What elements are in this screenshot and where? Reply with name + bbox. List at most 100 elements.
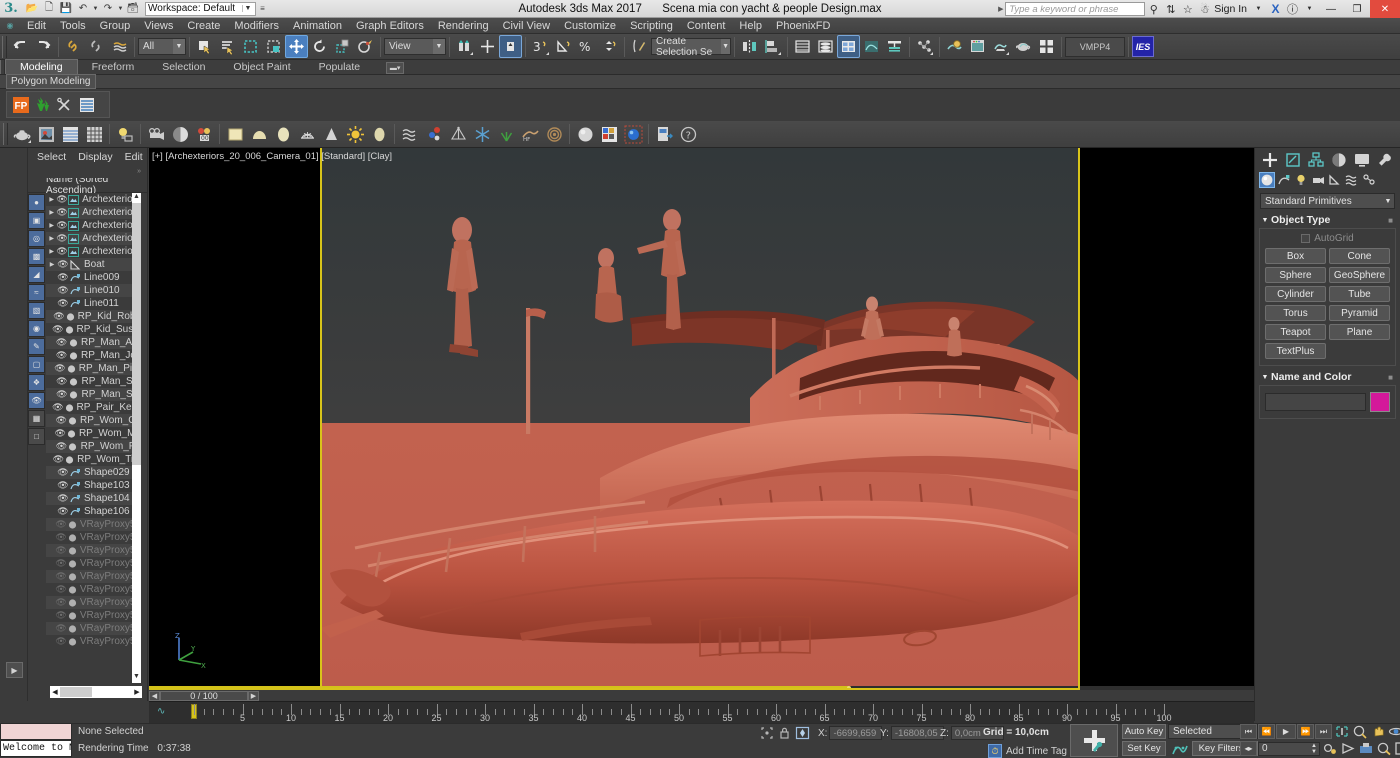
angle-snap-toggle-icon[interactable] xyxy=(552,35,575,58)
scene-object-row[interactable]: 👁RP_Man_Aar xyxy=(46,336,141,349)
viewport-label[interactable]: [+] [Archexteriors_20_006_Camera_01] [St… xyxy=(152,151,392,162)
time-configuration-icon[interactable] xyxy=(1321,741,1338,756)
scene-object-row[interactable]: ▶👁Archexteriors xyxy=(46,232,141,245)
chevron-down-icon[interactable]: ▼ xyxy=(173,39,185,54)
geometry-icon[interactable] xyxy=(1259,172,1275,188)
select-frozen-icon[interactable]: ▢ xyxy=(28,356,45,373)
visibility-eye-icon[interactable]: 👁 xyxy=(55,519,66,530)
visibility-eye-icon[interactable]: 👁 xyxy=(54,363,65,374)
select-particle-icon[interactable]: ◉ xyxy=(28,320,45,337)
set-key-button[interactable]: Set Key xyxy=(1122,741,1166,756)
maximize-viewport-icon[interactable] xyxy=(1375,741,1392,756)
chevron-down-icon[interactable]: ▼ xyxy=(1382,198,1394,205)
maxscript-mini-listener[interactable]: Welcome to M xyxy=(0,740,72,757)
track-bar-curve-icon[interactable]: ∿ xyxy=(157,706,165,717)
scene-object-row[interactable]: 👁Line011 xyxy=(46,297,141,310)
create-tab-icon[interactable] xyxy=(1260,151,1280,170)
expand-triangle-icon[interactable]: ▶ xyxy=(47,235,56,242)
scene-object-row[interactable]: 👁VRayProxy52 xyxy=(46,531,141,544)
minimize-button[interactable]: — xyxy=(1318,0,1344,18)
named-selection-sets-combo[interactable]: Create Selection Se ▼ xyxy=(651,38,731,55)
visibility-eye-icon[interactable]: 👁 xyxy=(57,298,69,309)
use-pivot-point-center-icon[interactable] xyxy=(453,35,476,58)
textplus-button[interactable]: TextPlus xyxy=(1265,343,1326,359)
tab-freeform[interactable]: Freeform xyxy=(78,60,149,74)
key-step-toggle-icon[interactable]: ◂▸ xyxy=(1240,741,1257,756)
scene-object-row[interactable]: ▶👁Archexteriors xyxy=(46,219,141,232)
visibility-eye-icon[interactable]: 👁 xyxy=(57,272,69,283)
list-icon[interactable] xyxy=(77,95,96,114)
visibility-eye-icon[interactable]: 👁 xyxy=(57,467,69,478)
close-button[interactable]: ✕ xyxy=(1370,0,1400,18)
expand-triangle-icon[interactable]: ▶ xyxy=(47,209,56,216)
chevron-down-icon[interactable]: ▼ xyxy=(721,39,730,54)
explorer-vertical-scrollbar[interactable]: ▲ ▼ xyxy=(132,193,141,683)
pin-icon[interactable]: ■ xyxy=(1388,373,1396,382)
select-and-scale-icon[interactable] xyxy=(331,35,354,58)
render-in-cloud-icon[interactable] xyxy=(1035,35,1058,58)
visibility-eye-icon[interactable]: 👁 xyxy=(56,207,67,218)
blue-ball-icon[interactable] xyxy=(621,122,645,146)
helpers-icon[interactable] xyxy=(1327,172,1343,188)
ribbon-options-icon[interactable]: ▬▾ xyxy=(386,62,404,74)
torus-button[interactable]: Torus xyxy=(1265,305,1326,321)
selection-lock-frame-icon[interactable] xyxy=(760,726,774,743)
select-by-name-icon[interactable] xyxy=(216,35,239,58)
toolbar-grip[interactable] xyxy=(3,123,8,145)
teapot-button[interactable]: Teapot xyxy=(1265,324,1326,340)
menu-item-civil-view[interactable]: Civil View xyxy=(496,18,557,34)
box-button[interactable]: Box xyxy=(1265,248,1326,264)
viewport-render-region[interactable] xyxy=(320,148,1080,690)
utilities-tab-icon[interactable] xyxy=(1375,151,1395,170)
batch-render-icon[interactable] xyxy=(652,122,676,146)
window-crossing-icon[interactable] xyxy=(262,35,285,58)
helper-icon[interactable]: 00 xyxy=(192,122,216,146)
scene-object-row[interactable]: 👁VRayProxy53 xyxy=(46,622,141,635)
layer-mode-icon[interactable]: □ xyxy=(28,428,45,445)
time-ruler[interactable]: ∿ 51015202530354045505560657075808590951… xyxy=(149,701,1254,723)
spinner-arrows-icon[interactable]: ▲▼ xyxy=(1311,743,1319,755)
visibility-eye-icon[interactable]: 👁 xyxy=(55,428,66,439)
expand-triangle-icon[interactable]: ▶ xyxy=(47,261,57,268)
use-transform-coordinate-center-icon[interactable] xyxy=(499,35,522,58)
scroll-up-icon[interactable]: ▲ xyxy=(132,193,141,203)
scene-object-row[interactable]: 👁RP_Wom_Tild xyxy=(46,453,141,466)
object-color-swatch[interactable] xyxy=(1370,392,1390,412)
scene-object-row[interactable]: 👁VRayProxy58 xyxy=(46,596,141,609)
toolbar-grip[interactable] xyxy=(2,36,7,58)
menu-item-views[interactable]: Views xyxy=(137,18,180,34)
visibility-eye-icon[interactable]: 👁 xyxy=(57,259,69,270)
visibility-eye-icon[interactable]: 👁 xyxy=(55,532,66,543)
reference-coordinate-combo[interactable]: View ▼ xyxy=(384,38,446,55)
search-icon[interactable]: ⚲ xyxy=(1145,1,1162,17)
curve-editor-icon[interactable] xyxy=(860,35,883,58)
visibility-eye-icon[interactable]: 👁 xyxy=(55,584,66,595)
rendered-frame-window-icon[interactable] xyxy=(966,35,989,58)
picture-icon[interactable] xyxy=(34,122,58,146)
sphere-half-icon[interactable] xyxy=(168,122,192,146)
bind-space-warp-icon[interactable] xyxy=(108,35,131,58)
scene-object-row[interactable]: 👁Line010 xyxy=(46,284,141,297)
ellipse-icon[interactable] xyxy=(367,122,391,146)
color-grid-icon[interactable] xyxy=(597,122,621,146)
scene-object-row[interactable]: 👁RP_Wom_Me xyxy=(46,427,141,440)
tab-populate[interactable]: Populate xyxy=(305,60,374,74)
exchange-icon[interactable]: ⇅ xyxy=(1162,1,1179,17)
render-production-icon[interactable] xyxy=(989,35,1012,58)
shapes-icon[interactable] xyxy=(1276,172,1292,188)
motion-tab-icon[interactable] xyxy=(1329,151,1349,170)
select-and-link-icon[interactable] xyxy=(62,35,85,58)
scene-object-row[interactable]: 👁RP_Wom_Pe xyxy=(46,440,141,453)
search-expand-icon[interactable]: ▶ xyxy=(996,5,1005,13)
scrollbar-thumb[interactable] xyxy=(132,203,141,465)
spreadsheet-icon[interactable] xyxy=(58,122,82,146)
scene-object-row[interactable]: 👁RP_Pair_Kelly xyxy=(46,401,141,414)
zoom-extents-selected-icon[interactable] xyxy=(1333,724,1350,739)
camera-icon[interactable] xyxy=(144,122,168,146)
select-object-icon[interactable] xyxy=(193,35,216,58)
modify-tab-icon[interactable] xyxy=(1283,151,1303,170)
percent-snap-toggle-icon[interactable]: % xyxy=(575,35,598,58)
autogrid-checkbox[interactable] xyxy=(1301,234,1310,243)
autodesk-x-icon[interactable]: X xyxy=(1267,1,1284,17)
scene-object-row[interactable]: 👁RP_Man_Pier xyxy=(46,362,141,375)
